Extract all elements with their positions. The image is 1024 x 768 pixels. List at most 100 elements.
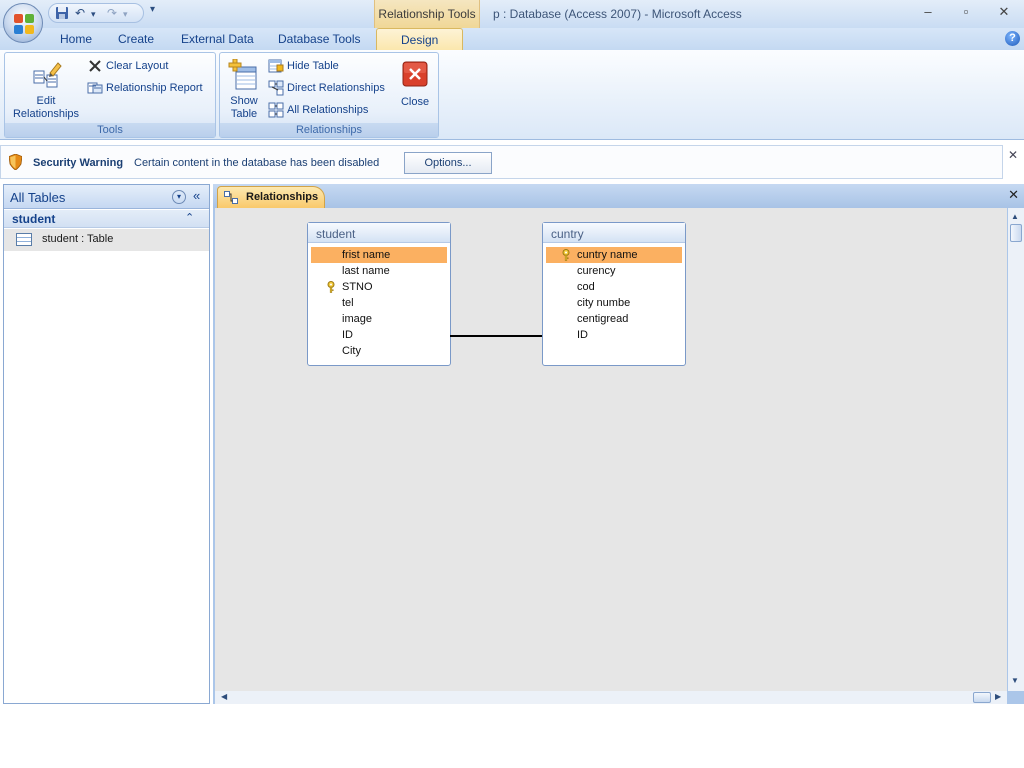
hide-table-button[interactable]: Hide Table (268, 57, 339, 75)
redo-icon[interactable]: ↷ (107, 6, 117, 20)
contextual-tools-label: Relationship Tools (374, 0, 480, 28)
field-row[interactable]: city numbe (543, 295, 685, 311)
security-warning-title: Security Warning (33, 157, 124, 169)
window-title: p : Database (Access 2007) - Microsoft A… (493, 7, 742, 21)
relationship-report-icon (87, 80, 103, 96)
edit-relationships-button[interactable]: Edit Relationships (9, 59, 83, 121)
scroll-left-icon[interactable]: ◀ (221, 692, 227, 701)
field-row[interactable]: cuntry name (546, 247, 682, 263)
relationships-group-label: Relationships (220, 123, 438, 137)
scroll-right-icon[interactable]: ▶ (995, 692, 1001, 701)
relationship-report-label: Relationship Report (106, 82, 203, 94)
options-button[interactable]: Options... (404, 152, 492, 174)
show-table-button[interactable]: Show Table (224, 58, 264, 121)
direct-relationships-icon (268, 80, 284, 96)
document-tab-bar: Relationships ✕ (213, 184, 1024, 208)
nav-pane-header[interactable]: All Tables ▾ « (4, 185, 209, 209)
clear-layout-button[interactable]: Clear Layout (87, 57, 168, 75)
field-name: centigread (577, 313, 629, 325)
save-icon[interactable] (55, 6, 69, 23)
tab-relationships[interactable]: Relationships (217, 186, 325, 208)
field-row[interactable]: last name (308, 263, 450, 279)
redo-dropdown-icon[interactable]: ▾ (123, 9, 128, 20)
primary-key-icon (327, 281, 335, 293)
vertical-scroll-thumb[interactable] (1010, 224, 1022, 242)
office-button[interactable] (3, 3, 43, 43)
field-row[interactable]: curency (543, 263, 685, 279)
chevron-up-icon[interactable]: ⌃ (185, 211, 194, 224)
scroll-down-icon[interactable]: ▼ (1011, 676, 1019, 685)
nav-group-label: student (12, 212, 56, 226)
field-name: curency (577, 265, 616, 277)
field-row[interactable]: STNO (308, 279, 450, 295)
blank-area (0, 704, 1024, 768)
close-document-icon[interactable]: ✕ (1008, 187, 1019, 203)
security-warning-bar: Security Warning Certain content in the … (0, 145, 1003, 179)
tab-design[interactable]: Design (376, 28, 464, 50)
clear-layout-icon (87, 58, 103, 74)
field-row[interactable]: tel (308, 295, 450, 311)
quick-access-toolbar: ↶ ▾ ↷ ▾ (48, 3, 144, 23)
close-relationships-button[interactable]: Close (396, 61, 434, 109)
hide-table-label: Hide Table (287, 60, 339, 72)
horizontal-scroll-thumb[interactable] (973, 692, 991, 703)
field-row[interactable]: City (308, 343, 450, 359)
vertical-scrollbar[interactable]: ▲ ▼ (1008, 208, 1024, 691)
undo-dropdown-icon[interactable]: ▾ (91, 9, 96, 20)
show-table-icon (228, 58, 260, 91)
tools-group: Edit Relationships Clear Layout Relation… (4, 52, 216, 138)
field-row[interactable]: ID (308, 327, 450, 343)
customize-qat-icon[interactable]: ▾ (150, 4, 155, 15)
tab-external-data[interactable]: External Data (181, 32, 254, 46)
field-row[interactable]: frist name (311, 247, 447, 263)
tab-database-tools[interactable]: Database Tools (278, 32, 361, 46)
direct-relationships-label: Direct Relationships (287, 82, 385, 94)
field-list: cuntry name curency cod city numbe centi… (543, 243, 685, 343)
nav-item-student-table[interactable]: student : Table (4, 229, 209, 251)
field-row[interactable]: ID (543, 327, 685, 343)
nav-group-student[interactable]: student ⌃ (4, 210, 209, 228)
field-name: ID (342, 329, 353, 341)
field-name: cod (577, 281, 595, 293)
tools-group-label: Tools (5, 123, 215, 137)
title-bar: ↶ ▾ ↷ ▾ ▾ Relationship Tools p : Databas… (0, 0, 1024, 28)
edit-relationships-label-2: Relationships (12, 108, 80, 120)
field-row[interactable]: centigread (543, 311, 685, 327)
ribbon-tabs: Home Create External Data Database Tools… (0, 28, 1024, 50)
nav-item-label: student : Table (42, 233, 114, 245)
tab-home[interactable]: Home (60, 32, 92, 46)
close-window-button[interactable]: ✕ (994, 4, 1014, 22)
horizontal-scrollbar[interactable]: ◀ ▶ (215, 691, 1007, 704)
relationships-icon (224, 191, 238, 204)
relationship-report-button[interactable]: Relationship Report (87, 79, 203, 97)
primary-key-icon (562, 249, 570, 261)
chevron-down-icon[interactable]: ▾ (172, 190, 186, 204)
scroll-up-icon[interactable]: ▲ (1011, 212, 1019, 221)
relationship-join-line[interactable] (450, 335, 542, 337)
direct-relationships-button[interactable]: Direct Relationships (268, 79, 385, 97)
shield-icon (9, 154, 22, 170)
help-icon[interactable]: ? (1005, 31, 1020, 46)
field-name: City (342, 345, 361, 357)
field-row[interactable]: cod (543, 279, 685, 295)
restore-button[interactable]: ▫ (956, 4, 976, 22)
field-name: cuntry name (577, 249, 638, 261)
table-title[interactable]: cuntry (543, 223, 685, 243)
all-relationships-button[interactable]: All Relationships (268, 101, 368, 119)
tab-create[interactable]: Create (118, 32, 154, 46)
collapse-pane-icon[interactable]: « (193, 188, 200, 203)
security-bar-close-icon[interactable]: ✕ (1008, 148, 1018, 162)
close-x-icon (402, 61, 428, 87)
cuntry-table-box[interactable]: cuntry cuntry name curency cod city numb… (542, 222, 686, 366)
undo-icon[interactable]: ↶ (75, 6, 85, 20)
table-title[interactable]: student (308, 223, 450, 243)
office-logo-icon (14, 14, 34, 34)
security-warning-message: Certain content in the database has been… (134, 157, 380, 169)
student-table-box[interactable]: student frist name last name STNO tel im… (307, 222, 451, 366)
field-row[interactable]: image (308, 311, 450, 327)
hide-table-icon (268, 58, 284, 74)
edit-relationships-icon (30, 59, 62, 91)
field-name: ID (577, 329, 588, 341)
field-name: last name (342, 265, 390, 277)
minimize-button[interactable]: – (918, 4, 938, 22)
